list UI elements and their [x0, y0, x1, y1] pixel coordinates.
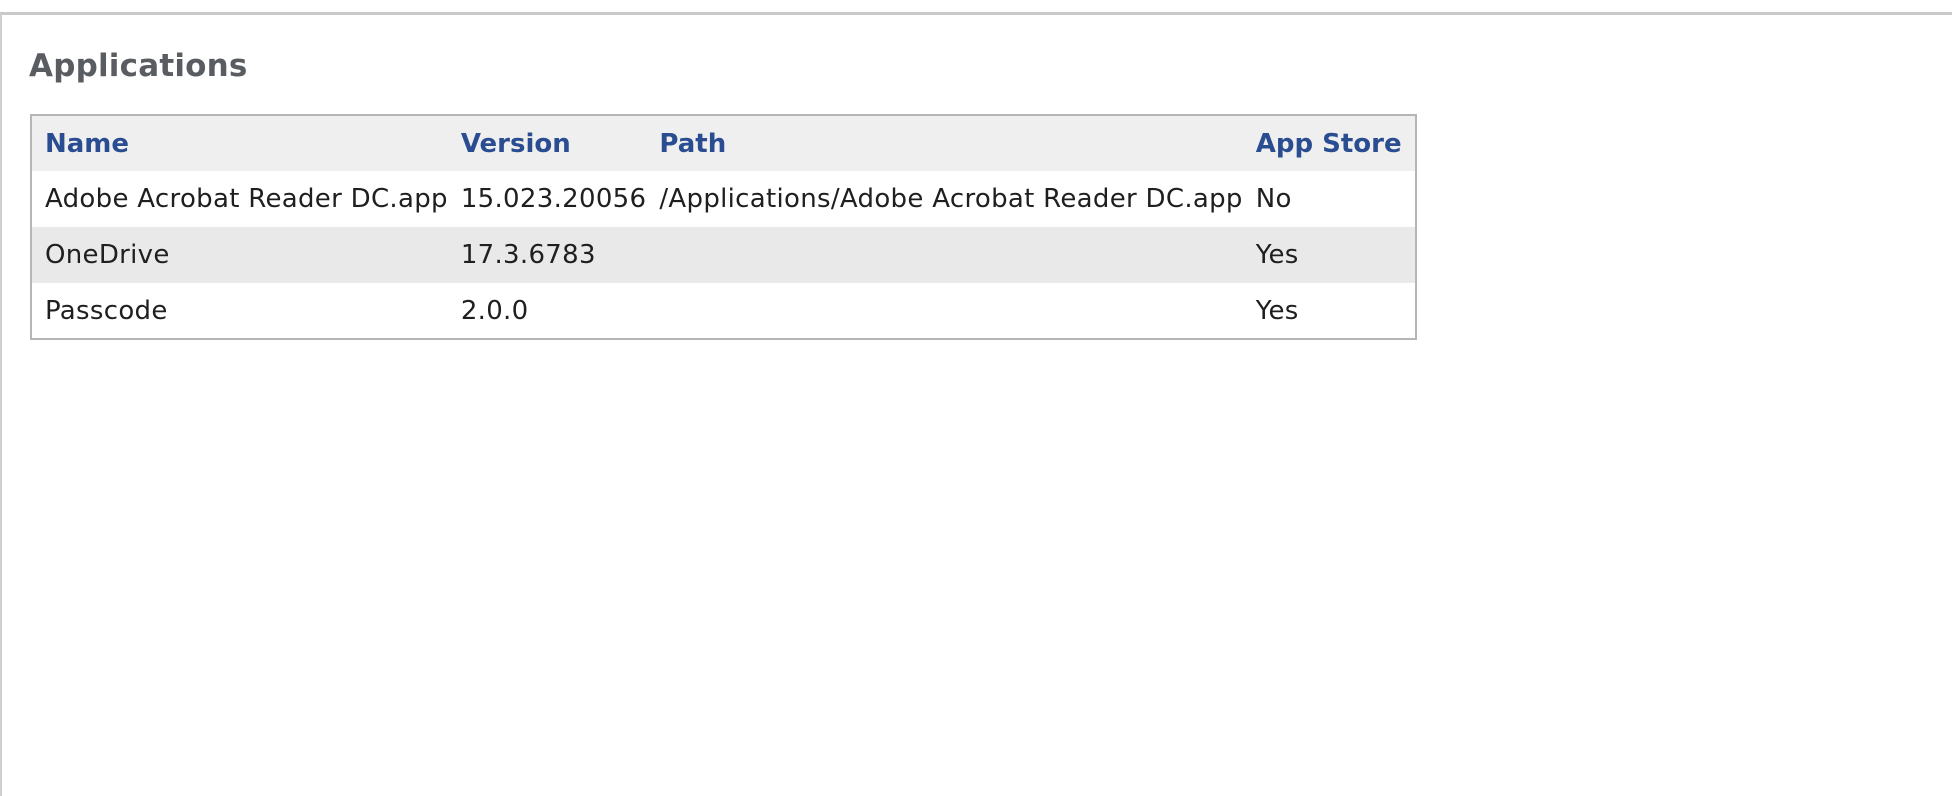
section-title: Applications [29, 48, 248, 84]
applications-table: Name Version Path App Store Adobe Acroba… [30, 114, 1417, 340]
column-header-path[interactable]: Path [646, 115, 1243, 171]
cell-app-store: Yes [1242, 227, 1416, 283]
table-header-row: Name Version Path App Store [31, 115, 1416, 171]
cell-app-store: Yes [1242, 283, 1416, 339]
cell-version: 15.023.20056 [447, 171, 647, 227]
cell-name: Adobe Acrobat Reader DC.app [31, 171, 448, 227]
column-header-app-store[interactable]: App Store [1242, 115, 1416, 171]
column-header-name[interactable]: Name [31, 115, 448, 171]
cell-path [646, 227, 1243, 283]
cell-path: /Applications/Adobe Acrobat Reader DC.ap… [646, 171, 1243, 227]
applications-panel: Applications Name Version Path App Store… [0, 12, 1952, 796]
cell-version: 17.3.6783 [447, 227, 647, 283]
cell-app-store: No [1242, 171, 1416, 227]
table-row[interactable]: OneDrive 17.3.6783 Yes [31, 227, 1416, 283]
cell-name: OneDrive [31, 227, 448, 283]
table-row[interactable]: Adobe Acrobat Reader DC.app 15.023.20056… [31, 171, 1416, 227]
table-row[interactable]: Passcode 2.0.0 Yes [31, 283, 1416, 339]
column-header-version[interactable]: Version [447, 115, 647, 171]
cell-version: 2.0.0 [447, 283, 647, 339]
cell-path [646, 283, 1243, 339]
cell-name: Passcode [31, 283, 448, 339]
